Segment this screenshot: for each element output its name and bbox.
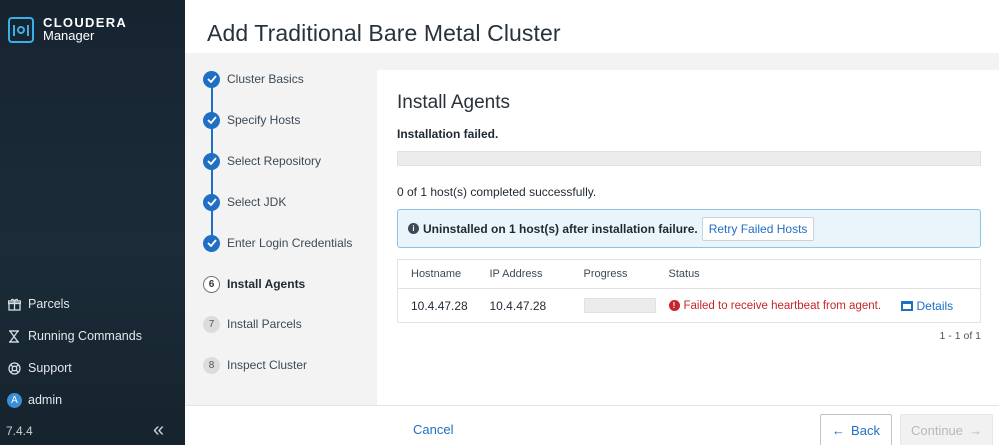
checkmark-icon bbox=[203, 234, 220, 252]
step-label: Specify Hosts bbox=[227, 113, 301, 127]
step-number: 8 bbox=[203, 356, 220, 374]
completion-summary: 0 of 1 host(s) completed successfully. bbox=[397, 185, 597, 199]
checkmark-icon bbox=[203, 152, 220, 170]
cell-hostname: 10.4.47.28 bbox=[411, 298, 468, 313]
wizard-footer: Cancel ← Back Continue → bbox=[185, 405, 999, 445]
cloudera-logo[interactable]: CLOUDERA Manager bbox=[8, 16, 127, 43]
cell-status: ! Failed to receive heartbeat from agent… bbox=[668, 289, 901, 323]
gift-icon bbox=[7, 297, 21, 311]
wizard-steps: Cluster Basics Specify Hosts Select Repo… bbox=[185, 53, 377, 405]
step-label: Select JDK bbox=[227, 195, 287, 209]
window-icon bbox=[900, 300, 913, 311]
step-label: Inspect Cluster bbox=[227, 358, 308, 372]
table-row: 10.4.47.28 10.4.47.28 ! Failed to receiv… bbox=[398, 289, 981, 323]
cell-ip-address: 10.4.47.28 bbox=[489, 298, 547, 313]
collapse-sidebar-icon[interactable]: « bbox=[153, 420, 164, 440]
error-icon: ! bbox=[668, 300, 680, 311]
step-install-parcels: 7 Install Parcels bbox=[203, 314, 302, 334]
info-icon: i bbox=[408, 223, 419, 234]
step-number: 6 bbox=[203, 275, 220, 293]
cell-progress bbox=[583, 289, 669, 323]
continue-button[interactable]: Continue → bbox=[900, 414, 993, 445]
table-header-row: Hostname IP Address Progress Status bbox=[397, 259, 981, 289]
pagination-info: 1 - 1 of 1 bbox=[939, 330, 981, 342]
step-label: Install Agents bbox=[227, 277, 306, 291]
back-button[interactable]: ← Back bbox=[820, 414, 892, 445]
details-label: Details bbox=[916, 298, 954, 313]
step-number: 7 bbox=[203, 315, 220, 333]
sidebar-item-label: Running Commands bbox=[28, 329, 142, 343]
cloudera-logo-icon bbox=[8, 17, 34, 43]
sidebar: CLOUDERA Manager Parcels Running Command… bbox=[0, 0, 185, 445]
main-content: Install Agents Installation failed. 0 of… bbox=[377, 53, 999, 405]
step-install-agents: 6 Install Agents bbox=[203, 274, 305, 294]
failure-alert: i Uninstalled on 1 host(s) after install… bbox=[397, 209, 981, 248]
logo-product: Manager bbox=[43, 28, 95, 43]
column-header-ip-address[interactable]: IP Address bbox=[489, 259, 584, 289]
column-header-progress[interactable]: Progress bbox=[583, 259, 669, 289]
alert-text: Uninstalled on 1 host(s) after installat… bbox=[423, 221, 698, 236]
details-link[interactable]: Details bbox=[900, 298, 981, 313]
overall-progress-bar bbox=[397, 151, 981, 166]
sidebar-item-admin[interactable]: A admin bbox=[0, 384, 185, 416]
step-label: Select Repository bbox=[227, 154, 322, 168]
step-select-jdk[interactable]: Select JDK bbox=[203, 192, 286, 212]
retry-failed-hosts-button[interactable]: Retry Failed Hosts bbox=[701, 216, 815, 241]
column-header-status[interactable]: Status bbox=[668, 259, 901, 289]
checkmark-icon bbox=[203, 193, 220, 211]
page-header: Add Traditional Bare Metal Cluster bbox=[185, 0, 999, 53]
sidebar-item-label: Parcels bbox=[28, 297, 70, 311]
step-specify-hosts[interactable]: Specify Hosts bbox=[203, 110, 300, 130]
step-cluster-basics[interactable]: Cluster Basics bbox=[203, 69, 304, 89]
page-title: Add Traditional Bare Metal Cluster bbox=[207, 20, 561, 46]
avatar: A bbox=[7, 392, 22, 408]
step-enter-login-credentials[interactable]: Enter Login Credentials bbox=[203, 233, 352, 253]
hourglass-icon bbox=[7, 329, 21, 343]
continue-label: Continue bbox=[910, 423, 964, 438]
arrow-right-icon: → bbox=[969, 423, 983, 438]
checkmark-icon bbox=[203, 70, 220, 88]
step-inspect-cluster: 8 Inspect Cluster bbox=[203, 355, 307, 375]
lifebuoy-icon bbox=[7, 361, 21, 375]
checkmark-icon bbox=[203, 111, 220, 129]
installation-status: Installation failed. bbox=[397, 127, 499, 141]
host-progress-bar bbox=[583, 298, 656, 313]
back-label: Back bbox=[851, 423, 880, 438]
sidebar-item-parcels[interactable]: Parcels bbox=[0, 288, 185, 320]
section-title: Install Agents bbox=[397, 92, 511, 113]
cancel-button[interactable]: Cancel bbox=[413, 422, 453, 437]
sidebar-nav: Parcels Running Commands Support A admin bbox=[0, 288, 185, 416]
version-label: 7.4.4 bbox=[6, 424, 33, 438]
sidebar-item-label: Support bbox=[28, 361, 72, 375]
column-header-actions bbox=[900, 259, 981, 289]
sidebar-item-running-commands[interactable]: Running Commands bbox=[0, 320, 185, 352]
column-header-hostname[interactable]: Hostname bbox=[397, 259, 490, 289]
step-label: Cluster Basics bbox=[227, 72, 304, 86]
step-select-repository[interactable]: Select Repository bbox=[203, 151, 321, 171]
step-label: Install Parcels bbox=[227, 317, 302, 331]
arrow-left-icon: ← bbox=[832, 423, 846, 438]
step-label: Enter Login Credentials bbox=[227, 236, 353, 250]
sidebar-item-label: admin bbox=[28, 393, 63, 407]
status-text: Failed to receive heartbeat from agent. bbox=[683, 299, 882, 312]
cell-actions: Details bbox=[900, 289, 981, 323]
hosts-table: Hostname IP Address Progress Status 10.4… bbox=[397, 259, 981, 323]
sidebar-item-support[interactable]: Support bbox=[0, 352, 185, 384]
